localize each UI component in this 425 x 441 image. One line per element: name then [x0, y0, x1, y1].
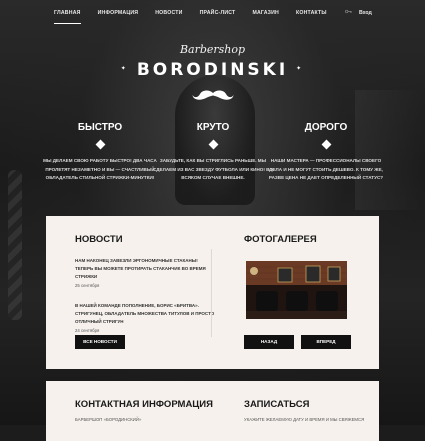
- gallery-title: Фотогалерея: [244, 234, 317, 245]
- nav-item-home[interactable]: Главная: [54, 0, 81, 26]
- brand-logo: ✦ BORODINSKI ✦: [0, 60, 425, 80]
- mustache-icon: [192, 90, 234, 100]
- contacts-title: Контактная информация: [75, 399, 213, 410]
- contacts-booking-card: Контактная информация Барбершоп «Бородин…: [46, 381, 379, 441]
- top-navigation: Главная Информация Новости Прайс-лист Ма…: [0, 0, 425, 26]
- barber-pole-decoration: [8, 170, 22, 320]
- news-date: 25 сентября: [75, 283, 100, 288]
- news-item[interactable]: В нашей команде пополнение, Борис «Бритв…: [75, 302, 215, 333]
- nav-item-info[interactable]: Информация: [98, 0, 139, 26]
- news-text[interactable]: В нашей команде пополнение, Борис «Бритв…: [75, 302, 215, 326]
- feature-text: Забудьте, как вы стриглись раньше. Мы сд…: [153, 158, 273, 180]
- feature-expensive: Дорого Наши мастера — профессионалы свое…: [266, 122, 386, 183]
- diamond-icon: [95, 139, 105, 150]
- brand-name: BORODINSKI: [136, 60, 289, 80]
- news-item[interactable]: Нам наконец завезли эргономичные стаканы…: [75, 257, 215, 288]
- news-date: 24 сентября: [75, 328, 100, 333]
- key-icon: [344, 0, 352, 26]
- booking-line: Укажите желаемую дату и время и мы свяже…: [244, 417, 365, 422]
- contacts-line: Барбершоп «Бородинский»: [75, 417, 142, 422]
- feature-title: Быстро: [77, 122, 123, 133]
- login-label: Вход: [359, 10, 372, 16]
- gallery-photo[interactable]: [246, 261, 347, 319]
- nav-item-news[interactable]: Новости: [155, 0, 182, 26]
- feature-title: Круто: [196, 122, 230, 133]
- news-gallery-card: Новости Нам наконец завезли эргономичные…: [46, 216, 379, 369]
- feature-text: Наши мастера — профессионалы своего дела…: [268, 158, 384, 180]
- feature-fast: Быстро Мы делаем свою работу быстро! Два…: [40, 122, 160, 183]
- star-icon: ✦: [120, 64, 129, 72]
- features-section: Быстро Мы делаем свою работу быстро! Два…: [0, 122, 425, 192]
- feature-cool: Круто Забудьте, как вы стриглись раньше.…: [153, 122, 273, 183]
- diamond-icon: [321, 139, 331, 150]
- nav-item-contacts[interactable]: Контакты: [296, 0, 327, 26]
- news-title: Новости: [75, 234, 123, 245]
- gallery-next-button[interactable]: Вперед: [301, 335, 351, 349]
- gallery-section: Фотогалерея: [244, 234, 354, 245]
- star-icon: ✦: [296, 64, 305, 72]
- nav-item-shop[interactable]: Магазин: [252, 0, 279, 26]
- all-news-button[interactable]: Все новости: [75, 335, 125, 349]
- feature-title: Дорого: [304, 122, 348, 133]
- booking-title: Записаться: [244, 399, 310, 410]
- nav-item-prices[interactable]: Прайс-лист: [200, 0, 236, 26]
- news-text[interactable]: Нам наконец завезли эргономичные стаканы…: [75, 257, 215, 281]
- section-divider: [211, 249, 212, 337]
- login-link[interactable]: Вход: [344, 0, 372, 26]
- brand-script-title: Barbershop: [179, 43, 246, 56]
- news-section: Новости Нам наконец завезли эргономичные…: [75, 234, 215, 333]
- feature-text: Мы делаем свою работу быстро! Два часа п…: [43, 158, 157, 180]
- diamond-icon: [208, 139, 218, 150]
- gallery-prev-button[interactable]: Назад: [244, 335, 294, 349]
